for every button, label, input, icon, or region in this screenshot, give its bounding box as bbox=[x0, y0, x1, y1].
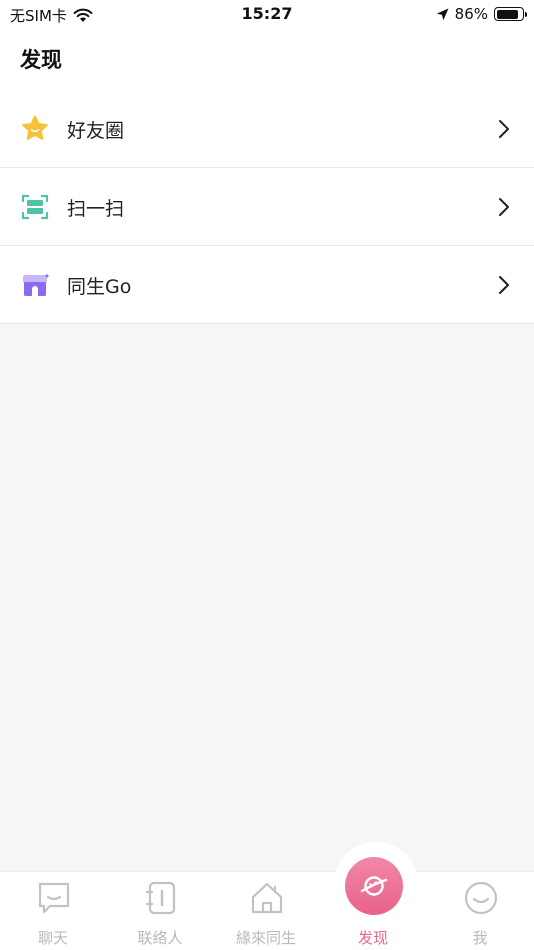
smile-icon bbox=[464, 881, 498, 915]
battery-cap bbox=[524, 11, 527, 17]
tab-label: 发现 bbox=[357, 929, 388, 947]
battery-icon bbox=[494, 7, 527, 21]
home-icon bbox=[251, 882, 283, 914]
menu-item-label: 好友圈 bbox=[67, 120, 125, 142]
menu-item-label: 扫一扫 bbox=[67, 198, 125, 220]
status-bar: 无SIM卡 15:27 86% bbox=[0, 0, 534, 30]
tab-label: 聊天 bbox=[37, 929, 68, 947]
tab-label: 联络人 bbox=[137, 929, 183, 947]
chat-icon bbox=[38, 882, 70, 914]
menu-item-scan[interactable]: 扫一扫 bbox=[0, 168, 534, 246]
discover-menu: 好友圈 扫一扫 同生Go bbox=[0, 90, 534, 324]
page-header: 发现 bbox=[0, 30, 534, 90]
tab-home[interactable]: 緣來同生 bbox=[213, 872, 319, 950]
location-arrow-icon bbox=[436, 8, 449, 20]
menu-item-label: 同生Go bbox=[67, 276, 132, 298]
scan-icon bbox=[21, 194, 49, 220]
menu-item-moments[interactable]: 好友圈 bbox=[0, 90, 534, 168]
page-title: 发现 bbox=[20, 48, 62, 72]
tab-bar: 聊天 联络人 緣來同生 发现 我 bbox=[0, 871, 534, 950]
store-icon bbox=[23, 274, 49, 296]
battery-fill bbox=[496, 9, 518, 19]
status-right: 86% bbox=[436, 5, 527, 23]
tab-contacts[interactable]: 联络人 bbox=[107, 872, 213, 950]
planet-icon bbox=[360, 876, 388, 896]
chevron-right-icon bbox=[499, 198, 509, 216]
tab-label: 緣來同生 bbox=[235, 929, 296, 947]
tab-chat[interactable]: 聊天 bbox=[0, 872, 106, 950]
tab-label: 我 bbox=[472, 929, 488, 947]
contacts-icon bbox=[145, 881, 176, 915]
discover-tab-button[interactable] bbox=[345, 857, 403, 915]
battery-percent: 86% bbox=[454, 5, 488, 23]
star-icon bbox=[22, 115, 48, 140]
chevron-right-icon bbox=[499, 276, 509, 294]
menu-item-tongsheng-go[interactable]: 同生Go bbox=[0, 246, 534, 324]
chevron-right-icon bbox=[499, 120, 509, 138]
tab-me[interactable]: 我 bbox=[427, 872, 533, 950]
